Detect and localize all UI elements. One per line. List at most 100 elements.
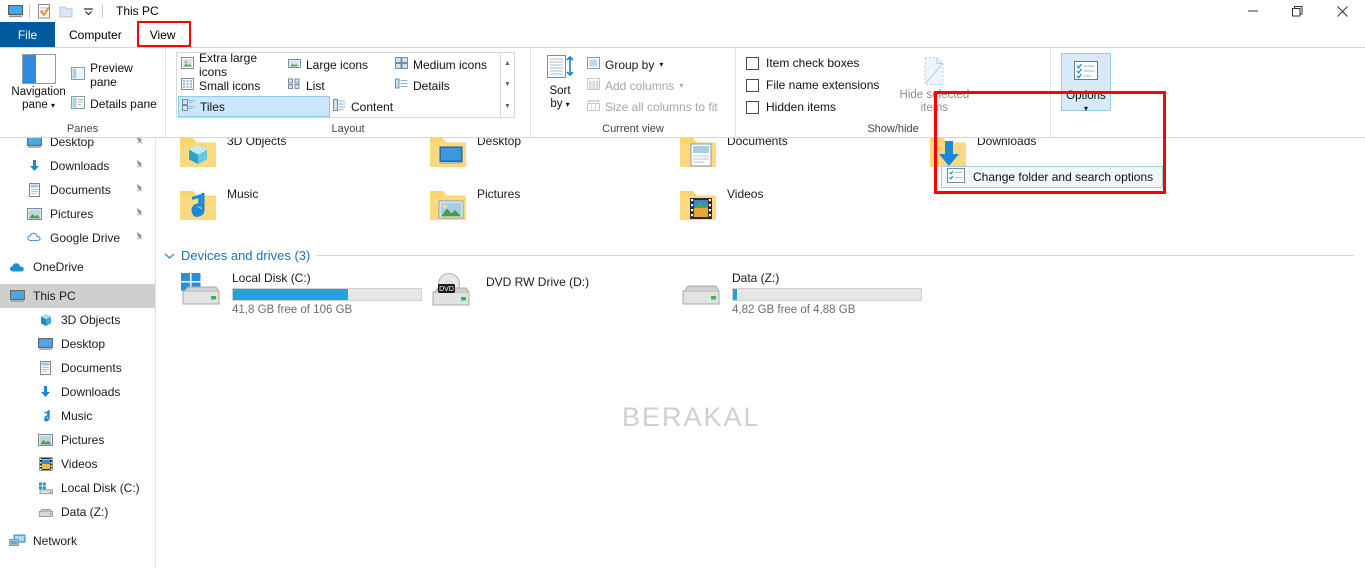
windows-disk-icon bbox=[178, 272, 224, 309]
layout-view-label: Small icons bbox=[199, 78, 261, 93]
content-icon bbox=[333, 99, 346, 114]
sidebar-item-data-z[interactable]: Data (Z:) bbox=[0, 500, 155, 524]
window-title: This PC bbox=[116, 4, 159, 18]
chevron-down-icon[interactable]: ▾ bbox=[51, 101, 55, 110]
layout-medium-icons[interactable]: Medium icons bbox=[392, 54, 499, 75]
details-pane-button[interactable]: Details pane bbox=[71, 96, 159, 112]
tab-computer[interactable]: Computer bbox=[55, 22, 136, 47]
sidebar-item-onedrive[interactable]: OneDrive bbox=[0, 255, 155, 279]
group-by-button[interactable]: Group by ▾ bbox=[587, 57, 718, 72]
sidebar-item-pictures[interactable]: Pictures bbox=[0, 428, 155, 452]
file-name-extensions-checkbox[interactable]: File name extensions bbox=[746, 78, 879, 92]
onedrive-cloud-icon bbox=[9, 262, 26, 273]
drive-dvd-rw-d[interactable]: DVD DVD RW Drive (D:) bbox=[428, 272, 589, 311]
chevron-down-icon[interactable]: ▾ bbox=[679, 81, 683, 90]
new-folder-icon[interactable] bbox=[55, 1, 77, 21]
sidebar-item-documents[interactable]: Documents bbox=[0, 356, 155, 380]
tab-view[interactable]: View bbox=[136, 22, 190, 47]
tile-music[interactable]: Music bbox=[178, 186, 258, 227]
content-pane[interactable]: BERAKAL 3D Objects Desktop Documents Dow bbox=[156, 138, 1365, 567]
sidebar-item-documents-quick[interactable]: Documents bbox=[0, 178, 155, 202]
layout-small-icons[interactable]: Small icons bbox=[178, 75, 285, 96]
scroll-up-icon[interactable]: ▲ bbox=[501, 53, 514, 74]
sidebar-item-downloads-quick[interactable]: Downloads bbox=[0, 154, 155, 178]
large-icons-icon bbox=[288, 57, 301, 72]
tile-desktop[interactable]: Desktop bbox=[428, 138, 521, 174]
sidebar-item-desktop-quick[interactable]: Desktop bbox=[0, 138, 155, 154]
sort-by-label-line1: Sort bbox=[549, 85, 571, 97]
quick-access-toolbar[interactable] bbox=[4, 1, 106, 21]
customize-quick-access-caret[interactable] bbox=[77, 1, 99, 21]
pin-icon[interactable] bbox=[134, 183, 145, 197]
drive-data-z[interactable]: Data (Z:) 4,82 GB free of 4,88 GB bbox=[678, 272, 922, 316]
preview-pane-button[interactable]: Preview pane bbox=[71, 61, 159, 89]
maximize-icon[interactable] bbox=[1275, 0, 1320, 22]
sort-by-button[interactable]: Sort by ▾ bbox=[537, 52, 583, 111]
pin-icon[interactable] bbox=[134, 207, 145, 221]
tiles-icon bbox=[182, 99, 195, 114]
add-columns-button[interactable]: Add columns ▾ bbox=[587, 78, 718, 93]
chevron-down-icon[interactable] bbox=[164, 248, 175, 263]
layout-list[interactable]: List bbox=[285, 75, 392, 96]
change-folder-and-search-options-menu-item[interactable]: Change folder and search options bbox=[941, 166, 1163, 188]
sidebar-item-network[interactable]: Network bbox=[0, 529, 155, 553]
checkbox-box[interactable] bbox=[746, 100, 759, 114]
hidden-items-checkbox[interactable]: Hidden items bbox=[746, 100, 879, 114]
drive-local-disk-c[interactable]: Local Disk (C:) 41,8 GB free of 106 GB bbox=[178, 272, 422, 316]
layout-content[interactable]: Content bbox=[330, 96, 437, 117]
sidebar-item-this-pc[interactable]: This PC bbox=[0, 284, 155, 308]
sidebar-item-downloads[interactable]: Downloads bbox=[0, 380, 155, 404]
size-all-columns-button[interactable]: Size all columns to fit bbox=[587, 99, 718, 114]
preview-pane-icon bbox=[71, 67, 86, 83]
qat-divider bbox=[29, 4, 30, 18]
hide-selected-items-button[interactable]: Hide selected items bbox=[891, 52, 977, 115]
item-check-boxes-checkbox[interactable]: Item check boxes bbox=[746, 56, 879, 70]
minimize-icon[interactable] bbox=[1230, 0, 1275, 22]
options-button[interactable]: Options ▾ bbox=[1061, 53, 1111, 113]
expand-gallery-icon[interactable]: ▼ bbox=[501, 96, 514, 117]
layout-tiles[interactable]: Tiles bbox=[178, 96, 330, 117]
file-name-extensions-label: File name extensions bbox=[766, 78, 880, 92]
layout-views-gallery[interactable]: Extra large icons Large icons Medium ico… bbox=[176, 51, 501, 118]
layout-large-icons[interactable]: Large icons bbox=[285, 54, 392, 75]
properties-icon[interactable] bbox=[33, 1, 55, 21]
group-by-icon bbox=[587, 57, 600, 72]
chevron-down-icon[interactable]: ▾ bbox=[659, 60, 663, 69]
layout-gallery-scroll[interactable]: ▲ ▼ ▼ bbox=[501, 52, 515, 118]
sidebar-item-local-disk-c[interactable]: Local Disk (C:) bbox=[0, 476, 155, 500]
layout-extra-large-icons[interactable]: Extra large icons bbox=[178, 51, 285, 79]
sidebar-item-videos[interactable]: Videos bbox=[0, 452, 155, 476]
layout-details[interactable]: Details bbox=[392, 75, 499, 96]
navigation-pane-button[interactable]: Navigation pane ▾ bbox=[6, 52, 71, 112]
sidebar-item-3d-objects[interactable]: 3D Objects bbox=[0, 308, 155, 332]
sidebar-item-desktop[interactable]: Desktop bbox=[0, 332, 155, 356]
this-pc-icon[interactable] bbox=[4, 1, 26, 21]
chevron-down-icon[interactable]: ▾ bbox=[566, 100, 570, 109]
add-columns-icon bbox=[587, 78, 600, 93]
scroll-down-icon[interactable]: ▼ bbox=[501, 74, 514, 95]
close-icon[interactable] bbox=[1320, 0, 1365, 22]
tile-documents[interactable]: Documents bbox=[678, 138, 788, 174]
checkbox-box[interactable] bbox=[746, 56, 759, 70]
chevron-down-icon[interactable]: ▾ bbox=[1084, 104, 1088, 113]
details-pane-icon bbox=[71, 96, 86, 112]
tile-videos[interactable]: Videos bbox=[678, 186, 763, 227]
pin-icon[interactable] bbox=[134, 159, 145, 173]
checkbox-box[interactable] bbox=[746, 78, 759, 92]
sort-by-label-line2: by bbox=[550, 98, 563, 110]
sidebar-item-label: Local Disk (C:) bbox=[61, 481, 140, 495]
sidebar-item-music[interactable]: Music bbox=[0, 404, 155, 428]
tile-pictures[interactable]: Pictures bbox=[428, 186, 520, 227]
devices-and-drives-group-header[interactable]: Devices and drives (3) bbox=[164, 248, 1354, 263]
folder-music-icon bbox=[178, 186, 218, 227]
sidebar-item-google-drive[interactable]: Google Drive bbox=[0, 226, 155, 250]
preview-pane-label: Preview pane bbox=[90, 61, 133, 89]
sidebar-item-pictures-quick[interactable]: Pictures bbox=[0, 202, 155, 226]
tab-file[interactable]: File bbox=[0, 22, 55, 47]
window-controls[interactable] bbox=[1230, 0, 1365, 22]
pin-icon[interactable] bbox=[134, 231, 145, 245]
sidebar-item-label: OneDrive bbox=[33, 260, 84, 274]
tile-3d-objects[interactable]: 3D Objects bbox=[178, 138, 286, 174]
navigation-pane[interactable]: Desktop Downloads Documents Pictures Goo… bbox=[0, 138, 156, 567]
pin-icon[interactable] bbox=[134, 138, 145, 149]
